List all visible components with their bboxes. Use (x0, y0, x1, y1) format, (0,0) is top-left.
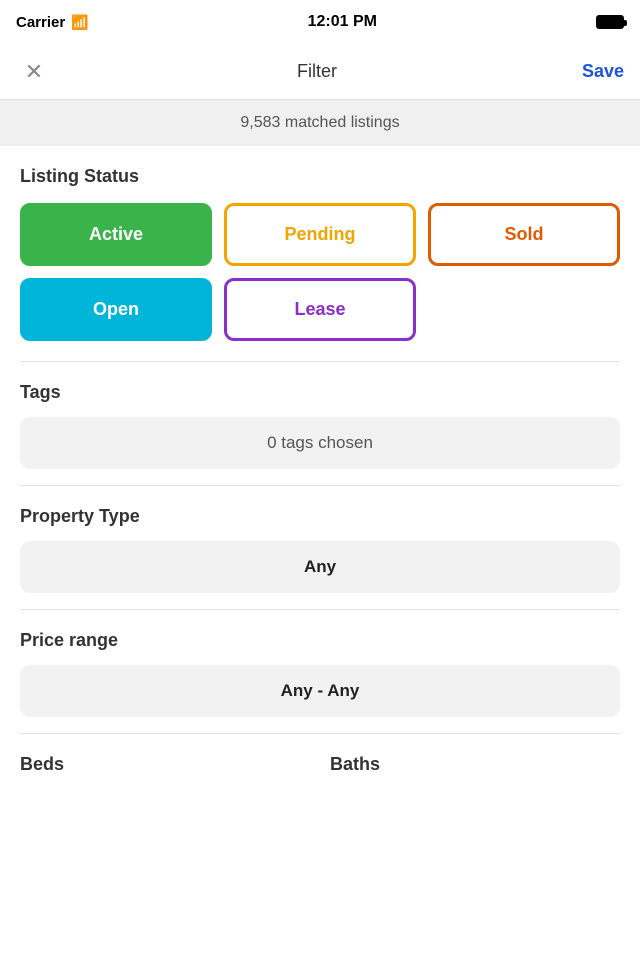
status-lease-button[interactable]: Lease (224, 278, 416, 341)
property-type-picker[interactable]: Any (20, 541, 620, 593)
beds-baths-row: Beds Baths (0, 734, 640, 785)
tags-section: Tags 0 tags chosen (0, 362, 640, 485)
baths-section: Baths (330, 754, 620, 775)
battery-icon (596, 15, 624, 29)
status-bar: Carrier 📶 12:01 PM (0, 0, 640, 44)
beds-title: Beds (20, 754, 310, 775)
listing-status-title: Listing Status (20, 166, 620, 187)
status-pending-button[interactable]: Pending (224, 203, 416, 266)
nav-title: Filter (297, 61, 337, 82)
listing-status-grid-row1: Active Pending Sold (20, 203, 620, 266)
time-display: 12:01 PM (308, 13, 377, 31)
status-active-button[interactable]: Active (20, 203, 212, 266)
save-button[interactable]: Save (582, 61, 624, 82)
wifi-icon: 📶 (71, 14, 88, 31)
baths-title: Baths (330, 754, 620, 775)
nav-bar: ✕ Filter Save (0, 44, 640, 100)
property-type-title: Property Type (20, 506, 620, 527)
listing-status-grid-row2: Open Lease (20, 278, 620, 341)
carrier-label: Carrier (16, 14, 65, 31)
status-open-button[interactable]: Open (20, 278, 212, 341)
price-range-section: Price range Any - Any (0, 610, 640, 733)
battery-container (596, 15, 624, 29)
property-type-section: Property Type Any (0, 486, 640, 609)
tags-picker[interactable]: 0 tags chosen (20, 417, 620, 469)
carrier-info: Carrier 📶 (16, 14, 89, 31)
beds-section: Beds (20, 754, 310, 775)
price-range-title: Price range (20, 630, 620, 651)
listing-status-section: Listing Status Active Pending Sold Open … (0, 146, 640, 341)
status-sold-button[interactable]: Sold (428, 203, 620, 266)
match-banner: 9,583 matched listings (0, 100, 640, 146)
close-button[interactable]: ✕ (16, 54, 52, 90)
match-count: 9,583 matched listings (240, 114, 399, 131)
price-range-picker[interactable]: Any - Any (20, 665, 620, 717)
tags-title: Tags (20, 382, 620, 403)
